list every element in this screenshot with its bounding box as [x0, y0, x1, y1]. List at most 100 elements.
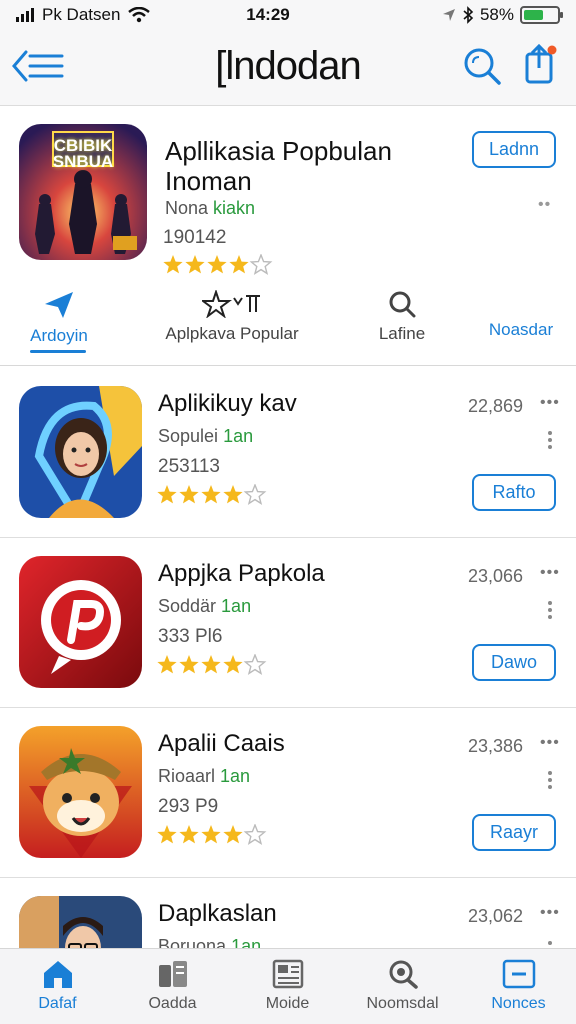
segment-label: Noasdar [488, 320, 554, 339]
featured-get-button[interactable]: Ladnn [472, 131, 556, 168]
star-filled-icon [185, 255, 205, 274]
status-time: 14:29 [246, 5, 290, 24]
tab-label: Oadda [148, 995, 197, 1012]
app-get-button[interactable]: Dawo [472, 644, 556, 681]
star-filled-icon [201, 825, 221, 844]
app-subtitle: Sopulei 1an [158, 426, 253, 447]
segment-noasdar[interactable]: Noasdar [476, 286, 566, 366]
send-icon [45, 292, 73, 318]
bottom-tab-bar: Dafaf Oadda Moide Noomsdal Nonces [0, 948, 576, 1024]
more-options-icon[interactable] [540, 598, 560, 628]
app-icon[interactable] [19, 386, 142, 518]
star-filled-icon [179, 485, 199, 504]
featured-rating-stars [162, 253, 274, 281]
star-filled-icon [157, 485, 177, 504]
rating-stars-svg [163, 253, 273, 275]
tab-label: Dafaf [38, 995, 77, 1012]
star-filled-icon [157, 825, 177, 844]
signal-icon [16, 8, 34, 22]
star-filled-icon [179, 825, 199, 844]
app-size: 23,386 [468, 736, 524, 756]
featured-more-dots[interactable]: •• [538, 196, 551, 214]
app-name[interactable]: Appjka Papkola [158, 560, 325, 588]
star-filled-icon [201, 655, 221, 674]
segment-label: Lafine [378, 324, 426, 343]
app-sub-green: 1an [221, 596, 252, 616]
apps-icon [158, 961, 187, 987]
featured-title[interactable]: Apllikasia Popbulan Inoman [165, 136, 455, 196]
rating-stars-svg [157, 653, 267, 675]
app-name[interactable]: Apalii Caais [158, 730, 285, 758]
app-get-button[interactable]: Raayr [472, 814, 556, 851]
tab-label: Moide [265, 995, 310, 1012]
carrier-name: Pk Datsen [42, 5, 121, 24]
app-count: 293 P9 [158, 796, 219, 817]
status-left: Pk Datsen [16, 5, 216, 25]
app-size-dots: ••• [540, 564, 560, 581]
star-empty-icon [243, 823, 267, 845]
star-filled-icon [229, 255, 249, 274]
app-get-button[interactable]: Rafto [472, 474, 556, 511]
home-icon [43, 961, 72, 988]
app-icon[interactable] [19, 556, 142, 688]
segment-popular[interactable]: Aplpkava Popular [152, 286, 312, 366]
tab-label: Noomsdal [366, 995, 439, 1012]
wifi-icon [128, 7, 151, 23]
bluetooth-icon [463, 6, 474, 24]
app-count: 253113 [158, 456, 220, 477]
app-size-dots: ••• [540, 394, 560, 411]
rating-stars-svg [157, 483, 267, 505]
app-sub-green: 1an [223, 426, 254, 446]
star-empty-icon [243, 653, 267, 675]
rating-stars-svg [157, 823, 267, 845]
search-icon[interactable] [462, 46, 502, 86]
segment-label: Aplpkava Popular [165, 324, 299, 343]
featured-icon-text: CBIBIK SNBUA [52, 136, 114, 171]
star-filled-icon [201, 485, 221, 504]
segment-ardoyin[interactable]: Ardoyin [14, 286, 104, 366]
battery-percent: 58% [479, 5, 514, 24]
star-filled-icon [223, 485, 243, 504]
segment-label: Ardoyin [30, 326, 88, 345]
featured-sub-prefix: Nona [165, 198, 214, 218]
updates-icon [502, 959, 535, 989]
back-list-icon[interactable] [12, 48, 66, 84]
share-icon[interactable] [522, 42, 560, 86]
app-name[interactable]: Aplikikuy kav [158, 390, 297, 418]
app-count: 333 Pl6 [158, 626, 223, 647]
list-item[interactable]: Aplikikuy kav Sopulei 1an 253113 22,869 … [0, 368, 576, 538]
segment-tabs: Ardoyin Aplpkava Popular Lafine Noasdar [0, 286, 576, 366]
featured-app-icon[interactable]: CBIBIK SNBUA [19, 124, 147, 260]
tab-dafaf[interactable]: Dafaf [0, 949, 115, 1024]
tab-oadda[interactable]: Oadda [115, 949, 230, 1024]
tab-moide[interactable]: Moide [230, 949, 345, 1024]
star-filled-icon [179, 655, 199, 674]
battery-icon [520, 6, 563, 24]
star-filled-icon [223, 655, 243, 674]
status-right: 58% [360, 5, 563, 25]
app-rating-stars [156, 483, 268, 511]
app-name[interactable]: Daplkaslan [158, 900, 277, 928]
more-options-icon[interactable] [540, 428, 560, 458]
featured-count: 190142 [163, 227, 227, 248]
app-icon[interactable] [19, 726, 142, 858]
featured-subtitle: Nona kiakn [165, 198, 255, 219]
app-sub-prefix: Sopulei [158, 426, 224, 446]
magnifier-icon [389, 960, 418, 989]
app-rating-stars [156, 653, 268, 681]
tab-nonces[interactable]: Nonces [461, 949, 576, 1024]
featured-app[interactable]: CBIBIK SNBUA Apllikasia Popbulan Inoman N… [0, 106, 576, 286]
segment-lafine[interactable]: Lafine [360, 286, 444, 366]
app-subtitle: Rioaarl 1an [158, 766, 250, 787]
more-options-icon[interactable] [540, 768, 560, 798]
segment-underline [30, 350, 86, 353]
app-size: 23,062 [468, 906, 524, 926]
tab-noomsdal[interactable]: Noomsdal [345, 949, 460, 1024]
star-empty-icon [243, 483, 267, 505]
app-rating-stars [156, 823, 268, 851]
star-glyph-icon [202, 290, 260, 318]
location-icon [442, 9, 455, 21]
star-filled-icon [223, 825, 243, 844]
list-item[interactable]: Appjka Papkola Soddär 1an 333 Pl6 23,066… [0, 538, 576, 708]
list-item[interactable]: Apalii Caais Rioaarl 1an 293 P9 23,386 •… [0, 708, 576, 878]
